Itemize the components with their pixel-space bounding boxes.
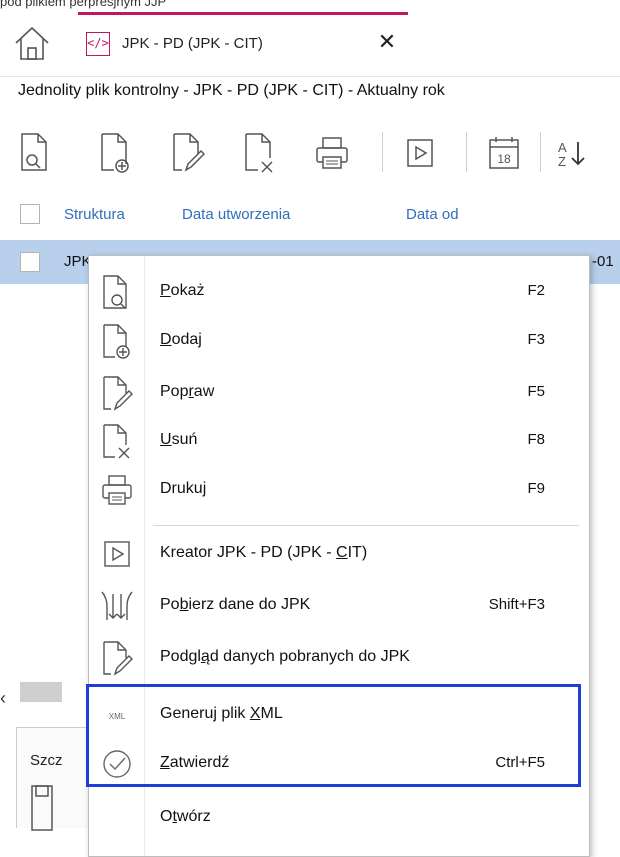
home-icon[interactable] xyxy=(12,23,52,63)
menu-item-label: Dodaj xyxy=(160,331,202,348)
calendar-icon[interactable]: 18 xyxy=(484,130,524,174)
menu-item-pokaz[interactable]: Pokaż F2 xyxy=(89,268,589,316)
toolbar: 18 AZ xyxy=(0,120,620,190)
row-date-od: -01 xyxy=(592,253,614,270)
menu-separator xyxy=(153,525,579,526)
menu-item-label: Popraw xyxy=(160,383,215,400)
delete-document-icon xyxy=(99,423,135,459)
svg-text:Z: Z xyxy=(558,154,566,169)
show-document-icon xyxy=(99,274,135,310)
menu-item-drukuj[interactable]: Drukuj F9 xyxy=(89,466,589,514)
table-header: Struktura Data utworzenia Data od xyxy=(0,196,620,234)
select-all-checkbox[interactable] xyxy=(20,204,40,224)
highlight-box xyxy=(86,684,581,787)
add-document-icon xyxy=(99,323,135,359)
menu-item-popraw[interactable]: Popraw F5 xyxy=(89,369,589,417)
menu-item-label: Drukuj xyxy=(160,480,207,497)
menu-item-shortcut: F9 xyxy=(527,480,545,497)
toolbar-separator xyxy=(540,132,541,172)
sort-az-icon[interactable]: AZ xyxy=(556,130,616,174)
svg-text:A: A xyxy=(558,140,567,155)
xml-code-icon: </> xyxy=(86,32,110,56)
column-struktura[interactable]: Struktura xyxy=(64,206,125,223)
close-icon[interactable]: ✕ xyxy=(376,31,398,53)
menu-item-shortcut: F3 xyxy=(527,331,545,348)
menu-item-shortcut: F5 xyxy=(527,383,545,400)
tab-jpk-pd[interactable]: </> JPK - PD (JPK - CIT) ✕ xyxy=(78,12,408,76)
menu-item-label: Pobierz dane do JPK xyxy=(160,596,311,613)
print-icon[interactable] xyxy=(312,130,352,174)
menu-item-label: Usuń xyxy=(160,431,198,448)
open-icon xyxy=(99,800,135,836)
add-document-icon[interactable] xyxy=(96,130,136,174)
menu-item-shortcut: F8 xyxy=(527,431,545,448)
scroll-left-icon[interactable]: ‹ xyxy=(0,689,16,707)
print-icon xyxy=(99,472,135,508)
horizontal-scrollbar-thumb[interactable] xyxy=(20,682,62,702)
menu-item-label: Pokaż xyxy=(160,282,205,299)
preview-document-icon xyxy=(99,640,135,676)
toolbar-separator xyxy=(466,132,467,172)
menu-item-kreator[interactable]: Kreator JPK - PD (JPK - CIT) xyxy=(89,530,589,578)
wizard-play-icon xyxy=(99,536,135,572)
tab-title: JPK - PD (JPK - CIT) xyxy=(122,35,263,52)
row-checkbox[interactable] xyxy=(20,252,40,272)
edit-document-icon[interactable] xyxy=(168,130,208,174)
menu-item-shortcut: F2 xyxy=(527,282,545,299)
column-data-od[interactable]: Data od xyxy=(406,206,459,223)
menu-item-usun[interactable]: Usuń F8 xyxy=(89,417,589,465)
bottom-tab-label[interactable]: Szcz xyxy=(30,752,63,769)
menu-item-otworz[interactable]: Otwórz xyxy=(89,794,589,842)
save-icon[interactable] xyxy=(30,772,54,832)
delete-document-icon[interactable] xyxy=(240,130,280,174)
download-data-icon xyxy=(99,588,135,624)
bottom-panel xyxy=(16,727,97,828)
svg-text:18: 18 xyxy=(497,152,511,166)
menu-item-dodaj[interactable]: Dodaj F3 xyxy=(89,317,589,365)
column-data-utworzenia[interactable]: Data utworzenia xyxy=(182,206,290,223)
menu-item-label: Kreator JPK - PD (JPK - CIT) xyxy=(160,544,368,561)
toolbar-separator xyxy=(382,132,383,172)
menu-item-pobierz[interactable]: Pobierz dane do JPK Shift+F3 xyxy=(89,582,589,630)
page-title: Jednolity plik kontrolny - JPK - PD (JPK… xyxy=(18,82,445,99)
menu-item-label: Podgląd danych pobranych do JPK xyxy=(160,648,410,665)
menu-item-shortcut: Shift+F3 xyxy=(488,596,545,613)
show-document-icon[interactable] xyxy=(16,130,56,174)
wizard-play-icon[interactable] xyxy=(400,130,440,174)
menu-item-label: Otwórz xyxy=(160,808,211,825)
menu-item-podglad[interactable]: Podgląd danych pobranych do JPK xyxy=(89,634,589,682)
edit-document-icon xyxy=(99,375,135,411)
